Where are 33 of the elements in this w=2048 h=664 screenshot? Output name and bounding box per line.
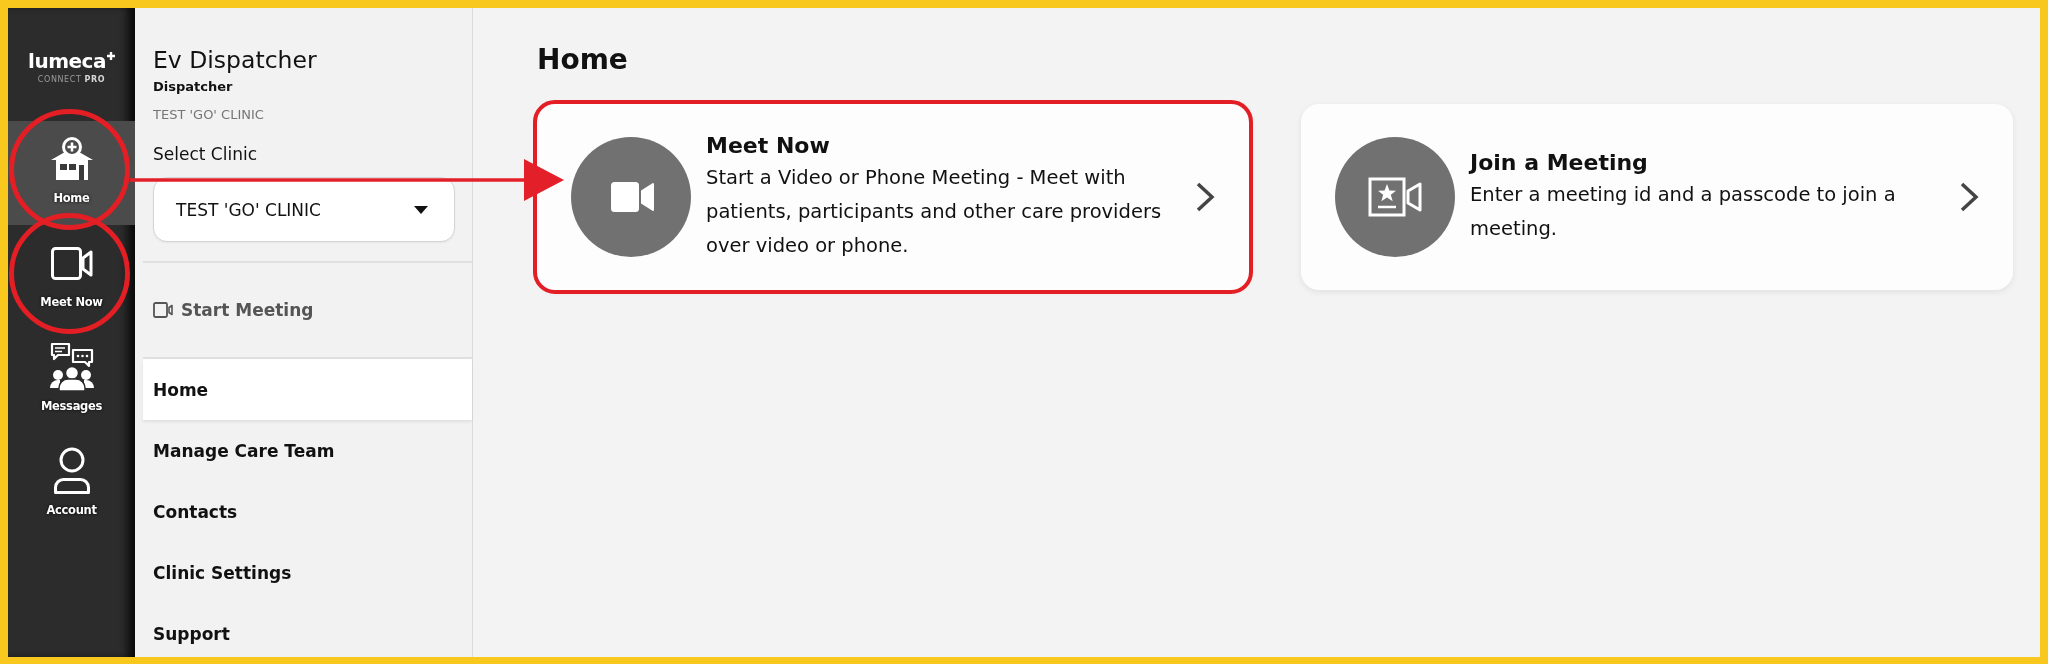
rail-nav-item[interactable]: Home xyxy=(8,121,135,225)
video-camera-icon xyxy=(571,137,691,257)
sidebar-nav-item[interactable]: Manage Care Team xyxy=(143,420,472,481)
user-role: Dispatcher xyxy=(153,78,233,96)
clinic-select[interactable]: TEST 'GO' CLINIC xyxy=(153,177,455,242)
video-camera-icon xyxy=(50,246,93,280)
sidebar-nav-item[interactable]: Home xyxy=(143,359,472,420)
user-name: Ev Dispatcher xyxy=(153,45,317,76)
logo-tagline: CONNECT PRO xyxy=(37,74,106,85)
rail-nav-item[interactable]: Meet Now xyxy=(8,225,135,329)
caret-icon xyxy=(414,205,428,214)
sidebar-nav-item[interactable]: Support xyxy=(143,603,472,657)
rail-nav-item[interactable]: Account xyxy=(8,433,135,537)
page-title: Home xyxy=(537,42,628,78)
group-chat-icon xyxy=(48,342,95,392)
chevron-right-icon xyxy=(1959,181,1979,213)
select-label: Select Clinic xyxy=(153,143,257,165)
chevron-right-icon xyxy=(1195,181,1215,213)
hospital-icon xyxy=(49,137,94,181)
card-description: Start a Video or Phone Meeting - Meet with patients, participants and other care providers over video or phone. xyxy=(706,165,1163,259)
sidebar-nav-item[interactable]: Contacts xyxy=(143,481,472,542)
action-card[interactable]: Join a Meeting Enter a meeting id and a passcode to join a meeting. xyxy=(1301,104,2013,290)
start-meeting-button[interactable]: Start Meeting xyxy=(153,300,314,320)
plus-icon xyxy=(106,51,115,60)
clinic-name: TEST 'GO' CLINIC xyxy=(153,106,264,124)
person-icon xyxy=(52,447,91,495)
video-camera-icon xyxy=(153,302,173,318)
card-title: Join a Meeting xyxy=(1470,149,1649,177)
card-description: Enter a meeting id and a passcode to join a meeting. xyxy=(1470,182,1897,242)
rail-nav-item[interactable]: Messages xyxy=(8,329,135,433)
card-title: Meet Now xyxy=(706,132,831,160)
sidebar-nav-item[interactable]: Clinic Settings xyxy=(143,542,472,603)
logo-wordmark: lumeca xyxy=(28,48,106,73)
